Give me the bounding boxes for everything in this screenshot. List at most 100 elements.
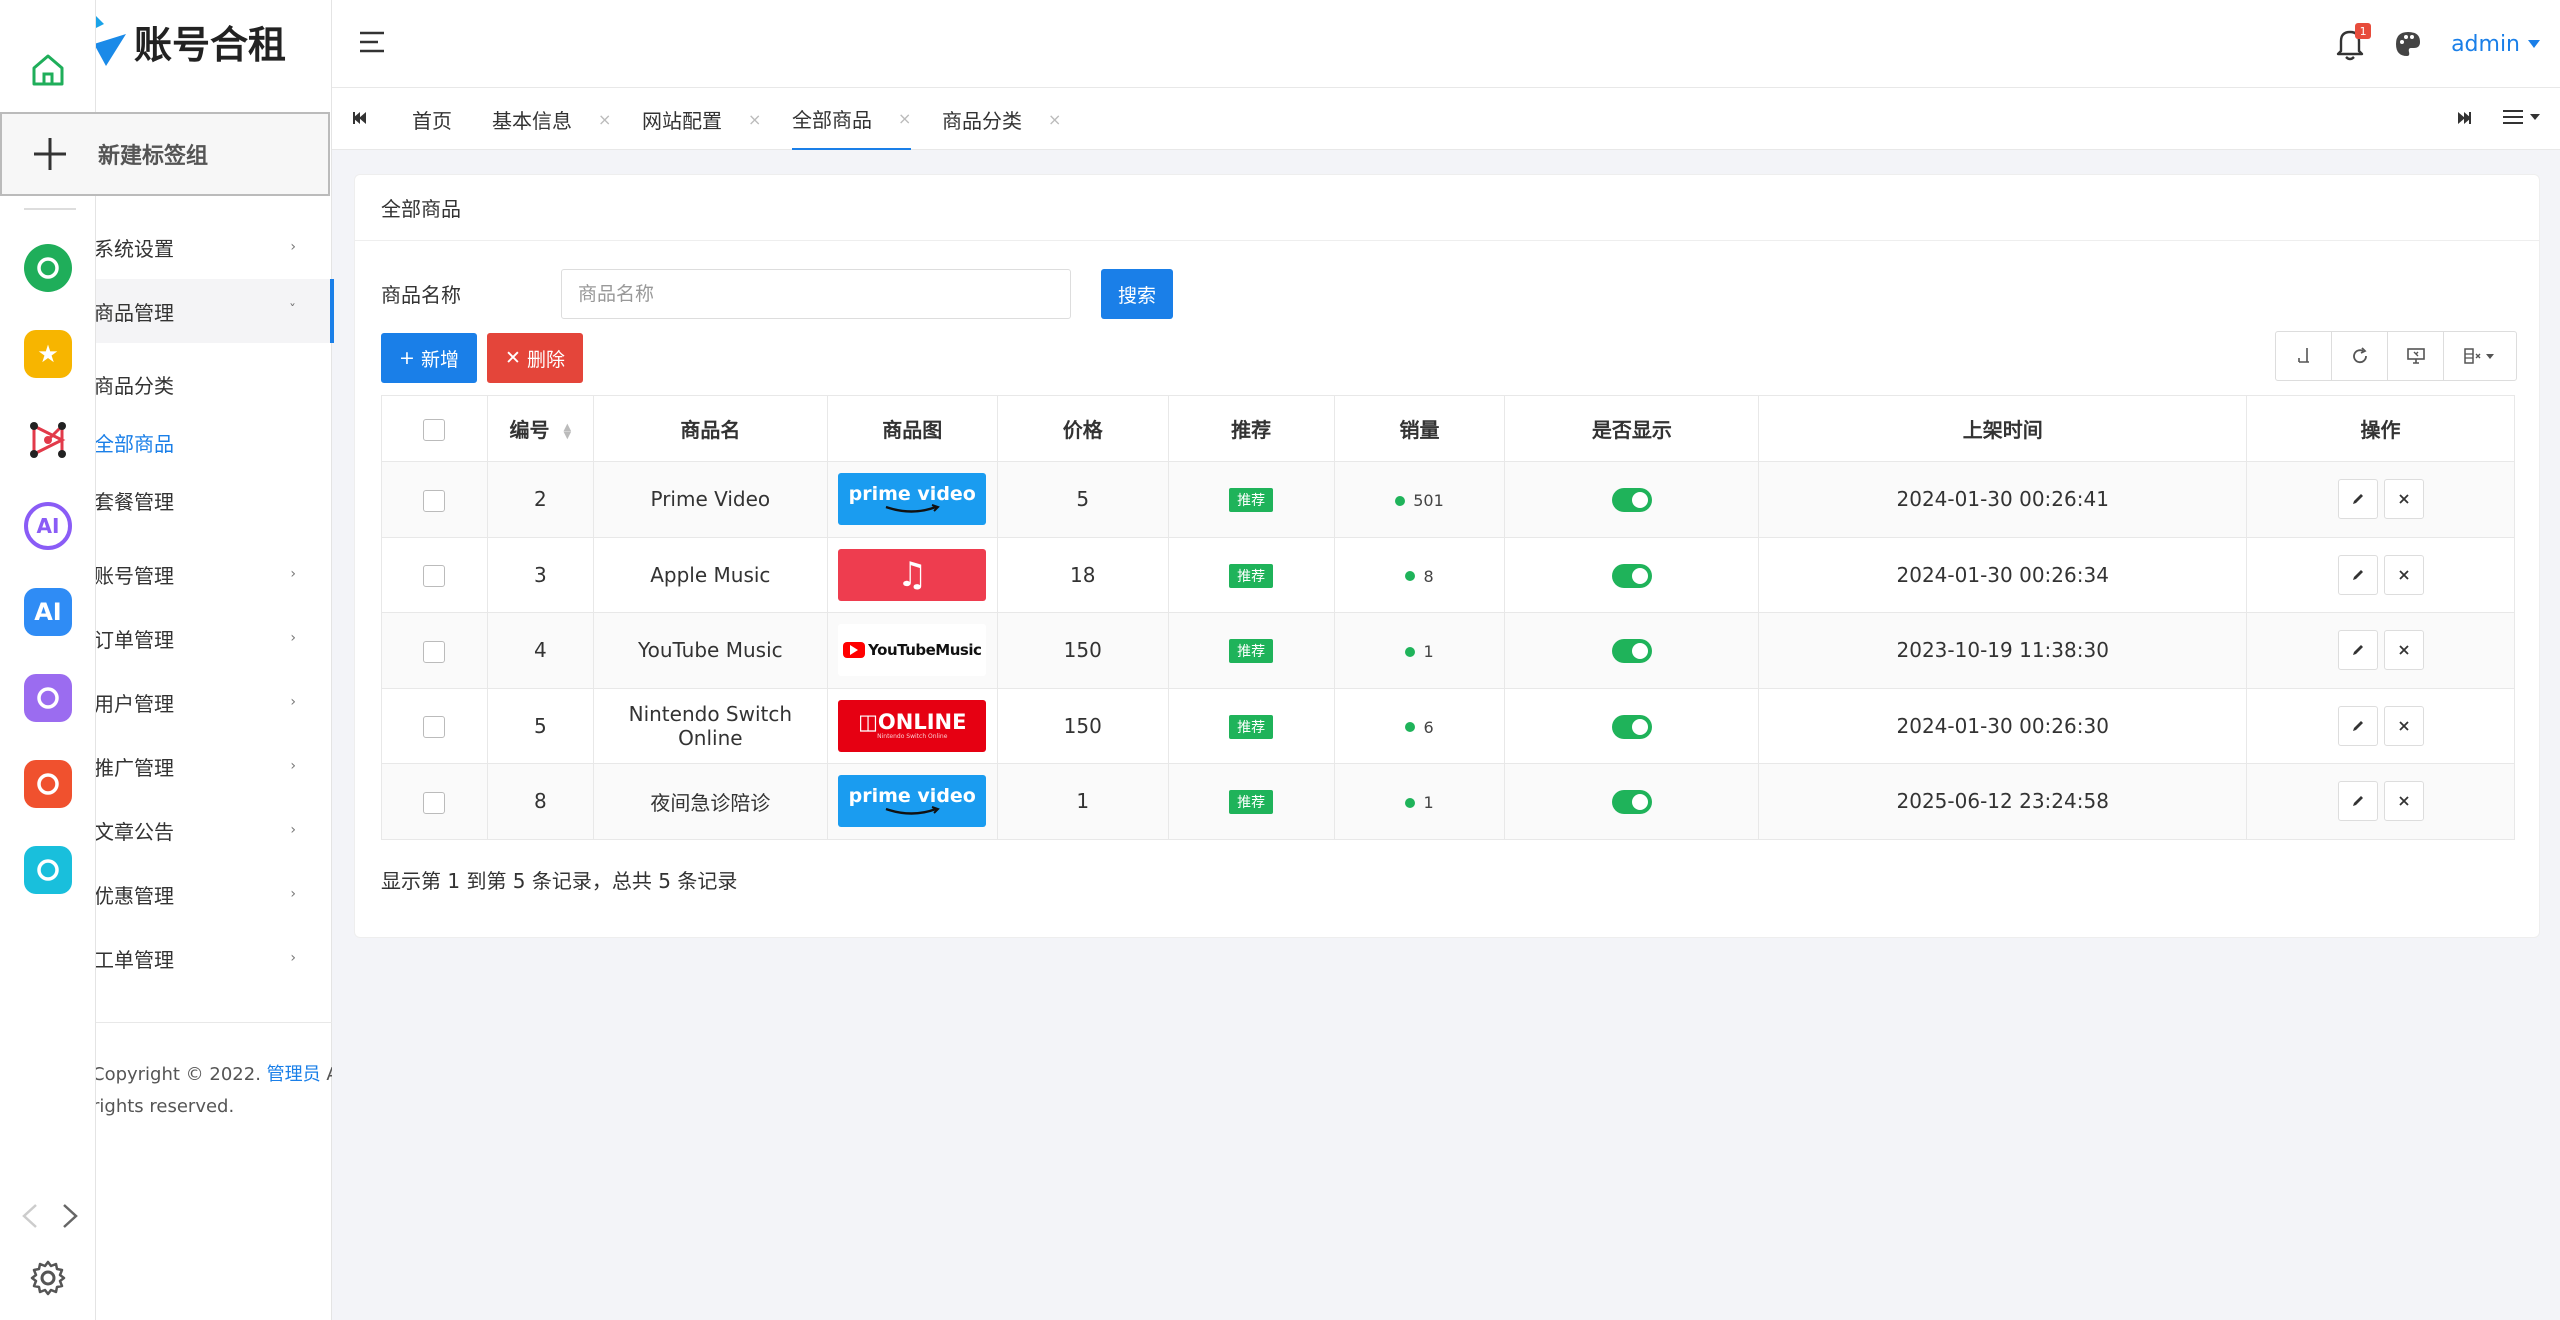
product-image: ♫ xyxy=(838,548,987,601)
chevron-left-icon[interactable] xyxy=(20,1201,40,1231)
row-checkbox[interactable] xyxy=(423,791,446,814)
edit-button[interactable] xyxy=(2337,479,2378,520)
sales-count: 8 xyxy=(1423,566,1434,586)
visible-toggle[interactable] xyxy=(1611,488,1652,512)
ai-app-icon[interactable]: AI xyxy=(24,588,72,636)
sidebar-item-label: 用户管理 xyxy=(94,691,174,716)
image-text: YouTubeMusic xyxy=(868,641,982,660)
sidebar-item-ticket-management[interactable]: 工单管理 › xyxy=(94,926,332,990)
sidebar-item-account-management[interactable]: 账号管理 › xyxy=(94,542,332,606)
sidebar-subitem-package-management[interactable]: 套餐管理 xyxy=(94,472,332,528)
table-row: 3 Apple Music ♫ 18 推荐 8 2024-01-30 00:26:34 xyxy=(381,536,2515,613)
hamburger-menu-icon[interactable] xyxy=(358,30,386,54)
product-name-search-input[interactable] xyxy=(561,269,1071,319)
ai-ring-app-icon[interactable]: AI xyxy=(24,502,72,550)
delete-row-button[interactable] xyxy=(2383,705,2424,746)
star-app-icon[interactable]: ★ xyxy=(24,330,72,378)
header-visible: 是否显示 xyxy=(1504,395,1760,462)
game-app-icon[interactable] xyxy=(24,760,72,808)
edit-button[interactable] xyxy=(2337,705,2378,746)
products-table: 编号 ▲ ▼ 商品名 商品图 价格 推荐 销量 是否显示 上架时间 操作 2 Prim… xyxy=(381,395,2515,840)
row-checkbox[interactable] xyxy=(423,640,446,663)
delete-row-button[interactable] xyxy=(2383,781,2424,822)
visible-toggle[interactable] xyxy=(1611,714,1652,739)
notification-button[interactable]: 1 xyxy=(2335,23,2372,61)
row-checkbox[interactable] xyxy=(423,489,446,512)
recommend-tag: 推荐 xyxy=(1229,488,1274,513)
gear-icon[interactable] xyxy=(28,1258,68,1298)
toggle-pagination-button[interactable] xyxy=(2276,332,2332,380)
visible-toggle[interactable] xyxy=(1611,563,1652,588)
search-button[interactable]: 搜索 xyxy=(1101,269,1173,319)
cell-name: YouTube Music xyxy=(592,612,828,689)
refresh-button[interactable] xyxy=(2332,332,2388,380)
user-menu[interactable]: admin xyxy=(2451,32,2540,57)
sidebar-subitem-product-category[interactable]: 商品分类 xyxy=(94,356,332,412)
sidebar-item-system-settings[interactable]: 系统设置 › xyxy=(94,215,332,279)
pencil-icon xyxy=(2352,494,2363,505)
edit-button[interactable] xyxy=(2337,554,2378,595)
close-icon[interactable]: × xyxy=(898,109,911,128)
sidebar: 账号合租 系统设置 › 商品管理 ˇ 商品分类 全部商品 套餐管理 账号管理 ›… xyxy=(92,0,334,1320)
visible-toggle[interactable] xyxy=(1611,639,1652,663)
music-note-icon: ♫ xyxy=(897,554,928,595)
cell-sales: 501 xyxy=(1333,461,1506,538)
sort-icon[interactable]: ▲ ▼ xyxy=(564,422,572,440)
network-app-icon[interactable] xyxy=(24,416,72,464)
tab-product-category[interactable]: 商品分类 × xyxy=(942,88,1061,150)
toggle-view-button[interactable] xyxy=(2388,332,2444,380)
app-glyph-icon xyxy=(37,687,59,709)
edit-button[interactable] xyxy=(2337,781,2378,822)
add-button[interactable]: + 新增 xyxy=(381,333,477,383)
tab-site-config[interactable]: 网站配置 × xyxy=(642,88,761,150)
select-all-checkbox[interactable] xyxy=(423,418,446,441)
logo[interactable]: 账号合租 xyxy=(94,0,332,86)
close-icon[interactable]: × xyxy=(598,110,611,129)
sidebar-subitem-label: 商品分类 xyxy=(94,373,174,398)
tab-basic-info[interactable]: 基本信息 × xyxy=(492,88,611,150)
status-dot-icon xyxy=(1405,722,1416,733)
puzzle-app-icon[interactable] xyxy=(24,846,72,894)
cell-name: Prime Video xyxy=(592,461,828,538)
header-select-all[interactable] xyxy=(381,395,488,462)
cell-id: 2 xyxy=(486,461,594,538)
scroll-last-icon[interactable] xyxy=(2454,108,2474,128)
caret-down-icon xyxy=(2530,114,2540,120)
sidebar-item-order-management[interactable]: 订单管理 › xyxy=(94,606,332,670)
header-id[interactable]: 编号 ▲ ▼ xyxy=(486,395,594,462)
robot-app-icon[interactable] xyxy=(24,674,72,722)
delete-row-button[interactable] xyxy=(2383,479,2424,520)
row-checkbox[interactable] xyxy=(423,716,446,738)
delete-row-button[interactable] xyxy=(2383,554,2424,595)
tab-options-menu[interactable] xyxy=(2502,108,2540,126)
tab-all-products[interactable]: 全部商品 × xyxy=(792,88,912,150)
visible-toggle[interactable] xyxy=(1611,790,1652,814)
tab-home[interactable]: 首页 xyxy=(412,88,452,150)
sidebar-item-promotion-management[interactable]: 推广管理 › xyxy=(94,734,332,798)
palette-icon[interactable] xyxy=(2393,29,2423,59)
delete-row-button[interactable] xyxy=(2383,630,2424,671)
sidebar-item-product-management[interactable]: 商品管理 ˇ xyxy=(94,279,334,343)
edit-button[interactable] xyxy=(2337,630,2378,671)
close-icon[interactable]: × xyxy=(1048,110,1061,129)
scroll-first-icon[interactable] xyxy=(350,108,370,128)
row-checkbox[interactable] xyxy=(423,565,446,587)
sales-count: 1 xyxy=(1423,642,1434,662)
table-row: 5 Nintendo Switch Online ◫ONLINE Nintendo S… xyxy=(381,687,2515,764)
image-subtext: Nintendo Switch Online xyxy=(877,732,948,740)
admin-link[interactable]: 管理员 xyxy=(267,1064,321,1085)
columns-button[interactable] xyxy=(2444,332,2516,380)
close-icon[interactable]: × xyxy=(748,110,761,129)
sidebar-item-user-management[interactable]: 用户管理 › xyxy=(94,670,332,734)
mini-program-icon[interactable] xyxy=(24,244,72,292)
delete-button[interactable]: ✕ 删除 xyxy=(487,333,583,383)
sidebar-subitem-all-products[interactable]: 全部商品 xyxy=(94,414,332,470)
sidebar-item-discount-management[interactable]: 优惠管理 › xyxy=(94,862,332,926)
sidebar-item-articles[interactable]: 文章公告 › xyxy=(94,798,332,862)
chevron-right-icon[interactable] xyxy=(60,1201,80,1231)
play-icon xyxy=(843,642,866,659)
home-icon[interactable] xyxy=(26,48,70,92)
new-tab-group-button[interactable]: 新建标签组 xyxy=(0,112,330,196)
cell-sales: 6 xyxy=(1333,687,1506,764)
table-toolbar xyxy=(2275,331,2517,381)
